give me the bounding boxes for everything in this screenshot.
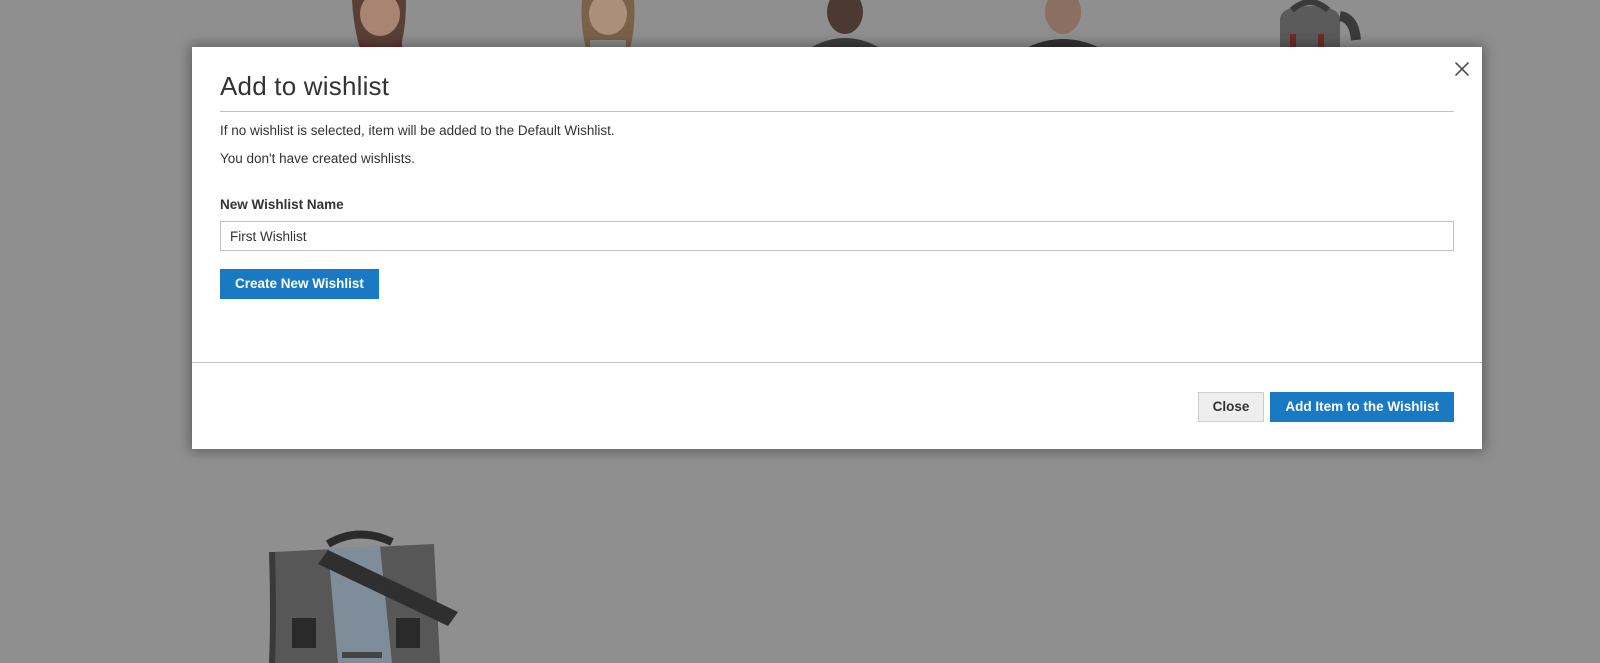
close-button[interactable]: Close: [1197, 392, 1265, 422]
page: Add to wishlist If no wishlist is select…: [0, 0, 1600, 663]
product-image-man-2[interactable]: [1018, 0, 1108, 48]
new-wishlist-name-label: New Wishlist Name: [220, 197, 344, 212]
modal-title: Add to wishlist: [220, 71, 390, 101]
default-wishlist-notice: If no wishlist is selected, item will be…: [220, 123, 615, 138]
product-image-woman-2[interactable]: [568, 0, 648, 48]
product-image-backpack[interactable]: [1250, 0, 1370, 48]
product-image-messenger-bag[interactable]: [268, 528, 468, 663]
create-new-wishlist-button[interactable]: Create New Wishlist: [220, 269, 379, 299]
add-item-to-wishlist-button[interactable]: Add Item to the Wishlist: [1270, 392, 1454, 422]
new-wishlist-name-input[interactable]: [220, 221, 1454, 251]
no-wishlists-notice: You don't have created wishlists.: [220, 151, 415, 166]
add-to-wishlist-modal: Add to wishlist If no wishlist is select…: [192, 47, 1482, 449]
product-image-woman-1[interactable]: [340, 0, 420, 48]
close-icon[interactable]: [1450, 57, 1474, 81]
modal-body: If no wishlist is selected, item will be…: [220, 121, 1454, 299]
modal-header: Add to wishlist: [220, 47, 1454, 112]
product-image-man-1[interactable]: [800, 0, 890, 48]
modal-footer: Close Add Item to the Wishlist: [192, 362, 1482, 449]
footer-actions: Close Add Item to the Wishlist: [1197, 392, 1454, 422]
